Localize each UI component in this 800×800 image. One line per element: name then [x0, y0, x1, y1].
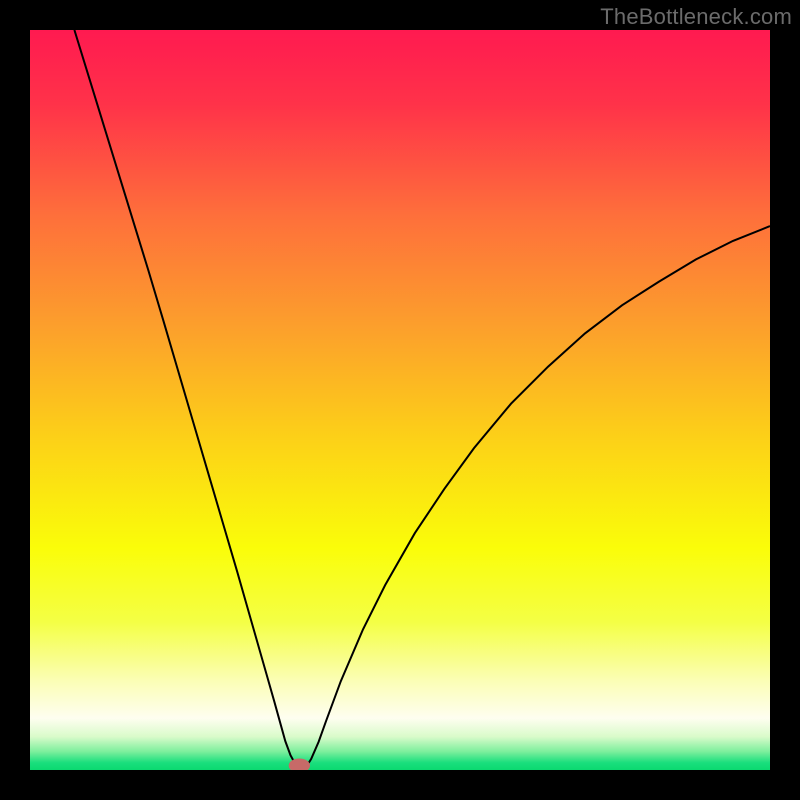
optimal-point-marker — [289, 759, 310, 770]
plot-background — [30, 30, 770, 770]
chart-stage: TheBottleneck.com — [0, 0, 800, 800]
watermark-text: TheBottleneck.com — [600, 4, 792, 30]
bottleneck-chart — [30, 30, 770, 770]
